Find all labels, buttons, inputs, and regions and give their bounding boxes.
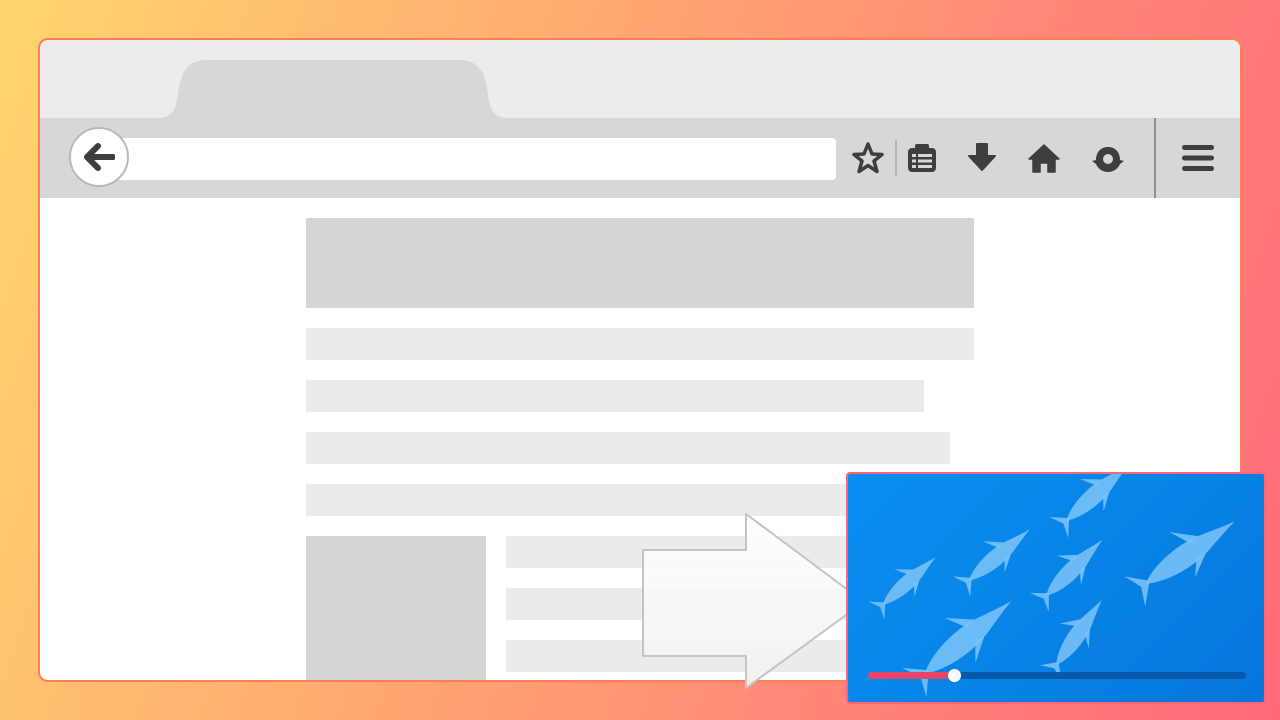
pocket-icon (1092, 147, 1124, 172)
download-icon (968, 143, 996, 171)
pip-progress-played (868, 672, 955, 679)
fish-silhouette (1118, 497, 1249, 611)
home-button[interactable] (1024, 138, 1064, 178)
picture-in-picture-window[interactable] (846, 472, 1266, 704)
text-line-placeholder (306, 432, 950, 464)
pocket-button[interactable] (1088, 138, 1128, 178)
fish-silhouette (895, 578, 1028, 702)
tab-strip (40, 40, 1240, 118)
url-bar[interactable] (102, 138, 836, 180)
toolbar-separator (895, 140, 897, 176)
downloads-button[interactable] (962, 138, 1002, 178)
star-icon (852, 142, 884, 174)
pip-video-frame (863, 474, 1249, 702)
fish-silhouette (863, 543, 947, 622)
text-line-placeholder (306, 328, 974, 360)
menu-icon (1182, 145, 1214, 171)
fish-silhouette (1044, 474, 1141, 541)
text-line-placeholder (306, 380, 924, 412)
menu-button[interactable] (1178, 138, 1218, 178)
video-thumbnail-placeholder (306, 536, 486, 680)
home-icon (1028, 144, 1060, 173)
fish-silhouette (948, 513, 1042, 600)
navigation-toolbar (40, 118, 1240, 198)
back-button[interactable] (69, 127, 129, 187)
header-image-placeholder (306, 218, 974, 308)
menu-separator (1154, 118, 1156, 198)
bookmark-button[interactable] (848, 138, 888, 178)
active-tab[interactable] (158, 60, 508, 118)
pip-progress-track[interactable] (868, 669, 1246, 682)
back-arrow-icon (84, 143, 115, 171)
reading-list-button[interactable] (902, 138, 942, 178)
reading-list-icon (908, 144, 936, 172)
pop-out-arrow-icon (642, 513, 865, 689)
